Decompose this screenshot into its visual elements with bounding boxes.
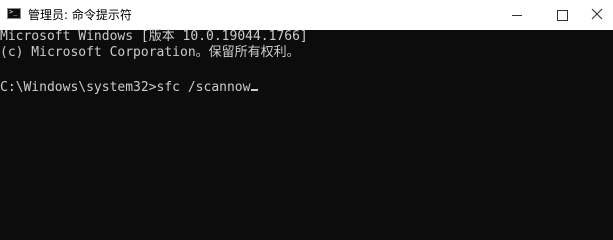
minimize-icon	[512, 15, 522, 16]
minimize-button[interactable]	[494, 0, 540, 30]
terminal-icon-prompt: >_	[9, 8, 18, 16]
text-cursor	[251, 89, 259, 91]
console-line-command[interactable]: C:\Windows\system32>sfc /scannow	[0, 80, 259, 96]
window-title: 管理员: 命令提示符	[28, 8, 132, 22]
console-line-version: Microsoft Windows [版本 10.0.19044.1766]	[0, 29, 308, 44]
close-icon	[591, 8, 603, 20]
close-button[interactable]	[586, 0, 613, 30]
command-prompt-window: >_ 管理员: 命令提示符 Microsoft Windows [版本 10.0…	[0, 0, 613, 238]
title-bar[interactable]: >_ 管理员: 命令提示符	[0, 0, 613, 30]
maximize-icon	[557, 10, 568, 21]
maximize-button[interactable]	[540, 0, 586, 30]
terminal-icon[interactable]: >_	[7, 8, 21, 19]
console-output[interactable]: Microsoft Windows [版本 10.0.19044.1766] (…	[0, 29, 613, 238]
command-text: C:\Windows\system32>sfc /scannow	[0, 80, 251, 95]
console-line-copyright: (c) Microsoft Corporation。保留所有权利。	[0, 45, 300, 60]
